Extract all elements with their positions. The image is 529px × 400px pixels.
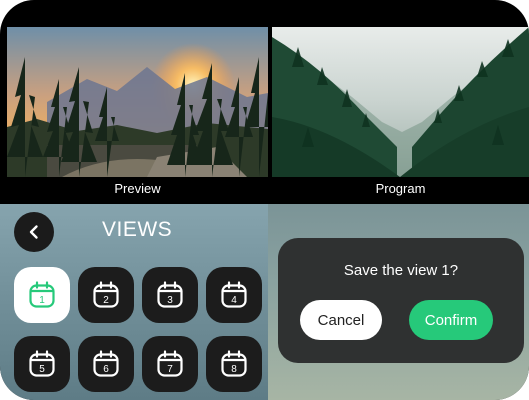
view-tile-2[interactable]: 2 [78, 267, 134, 323]
view-tile-number: 2 [103, 295, 109, 306]
back-button[interactable] [14, 212, 54, 252]
view-tile-number: 1 [39, 295, 45, 306]
calendar-icon: 4 [221, 281, 247, 308]
app-screen: Preview Program VIEWS 1 2 3 4 5 6 7 8 Sa… [0, 0, 529, 400]
calendar-icon: 8 [221, 350, 247, 377]
calendar-icon: 2 [93, 281, 119, 308]
program-image [272, 27, 529, 177]
view-tile-7[interactable]: 7 [142, 336, 198, 392]
save-view-dialog: Save the view 1? Cancel Confirm [278, 238, 524, 363]
view-tile-number: 3 [167, 295, 173, 306]
view-tile-number: 4 [231, 295, 237, 306]
calendar-icon: 5 [29, 350, 55, 377]
calendar-icon: 1 [29, 281, 55, 308]
view-tile-6[interactable]: 6 [78, 336, 134, 392]
program-monitor[interactable] [272, 27, 529, 177]
view-tile-number: 7 [167, 364, 173, 375]
dialog-message: Save the view 1? [343, 262, 459, 279]
view-tile-4[interactable]: 4 [206, 267, 262, 323]
calendar-icon: 3 [157, 281, 183, 308]
view-tile-number: 6 [103, 364, 109, 375]
preview-label: Preview [114, 181, 161, 196]
chevron-left-icon [29, 225, 38, 239]
preview-monitor[interactable] [7, 27, 268, 177]
view-tile-number: 8 [231, 364, 237, 375]
views-title: VIEWS [102, 218, 173, 241]
preview-image [7, 27, 268, 177]
calendar-icon: 6 [93, 350, 119, 377]
program-label: Program [375, 181, 426, 196]
view-tile-8[interactable]: 8 [206, 336, 262, 392]
view-tile-5[interactable]: 5 [14, 336, 70, 392]
view-tile-1[interactable]: 1 [14, 267, 70, 323]
view-tile-3[interactable]: 3 [142, 267, 198, 323]
calendar-icon: 7 [157, 350, 183, 377]
view-tile-number: 5 [39, 364, 45, 375]
confirm-button[interactable]: Confirm [409, 300, 493, 340]
cancel-button[interactable]: Cancel [300, 300, 382, 340]
